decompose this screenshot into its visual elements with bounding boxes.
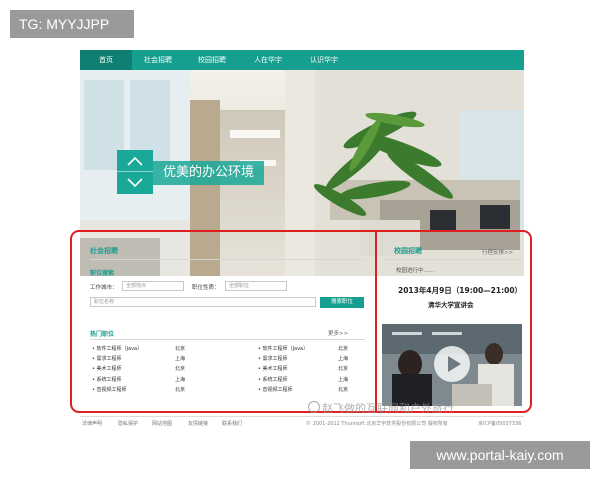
job-city: 北京 [175, 366, 186, 372]
highlight-divider [375, 230, 377, 413]
job-city: 上海 [338, 356, 349, 362]
bottom-watermark-tag: www.portal-kaiy.com [410, 441, 590, 469]
hot-jobs-title: 热门职位 [90, 331, 115, 338]
job-link[interactable]: • 美术工程师 [258, 365, 288, 372]
job-link[interactable]: • 音视频工程师 [258, 386, 293, 393]
footer-link-contact[interactable]: 联系我们 [222, 420, 242, 427]
chevron-up-icon [127, 156, 143, 166]
footer: 法律声明 隐私保护 网站地图 友情链接 联系我们 © 2001-2012 Thu… [80, 416, 524, 430]
hot-jobs-more-link[interactable]: 更多>> [328, 329, 348, 337]
job-city: 上海 [175, 377, 186, 383]
chevron-down-icon [127, 178, 143, 188]
job-name-input[interactable]: 职位名称 [90, 297, 316, 307]
screenshot-root: TG: MYYJJPP 首页 社会招聘 校园招聘 人在华宇 认识华宇 优美的办公… [0, 0, 600, 480]
job-link[interactable]: • 需求工程师 [92, 355, 122, 362]
job-link[interactable]: • 系统工程师 [258, 376, 288, 383]
hot-jobs-divider [90, 339, 365, 340]
footer-icp: 京ICP备05037336 [478, 421, 522, 427]
watermark-logo-icon [308, 401, 320, 413]
nav-about-huayu[interactable]: 认识华宇 [296, 50, 352, 70]
job-city: 北京 [338, 387, 349, 393]
job-city: 北京 [175, 387, 186, 393]
job-search-title: 职位搜索 [90, 270, 115, 277]
footer-copyright: © 2001-2012 Thunisoft 北京华宇软件股份有限公司 版权所有 [306, 421, 448, 427]
job-city: 北京 [338, 366, 349, 372]
city-select[interactable]: 全部地点 [122, 281, 184, 291]
slide-next-button[interactable] [117, 172, 153, 194]
job-link[interactable]: • 需求工程师 [258, 355, 288, 362]
job-city: 上海 [338, 377, 349, 383]
job-type-label: 职位性质： [192, 285, 220, 291]
slide-prev-button[interactable] [117, 150, 153, 172]
slide-arrows [117, 150, 153, 194]
recruitment-page: 首页 社会招聘 校园招聘 人在华宇 认识华宇 优美的办公环境 社会招聘 职位搜索… [70, 50, 532, 430]
campus-recruitment-title: 校园招聘 [394, 247, 422, 255]
campus-event-date: 2013年4月9日（19:00—21:00） [398, 286, 523, 295]
nav-campus-recruitment[interactable]: 校园招聘 [184, 50, 240, 70]
footer-link-privacy[interactable]: 隐私保护 [118, 420, 138, 427]
nav-home[interactable]: 首页 [80, 50, 132, 70]
social-title-divider [90, 259, 365, 260]
footer-link-friends[interactable]: 友情链接 [188, 420, 208, 427]
search-jobs-button[interactable]: 搜索职位 [320, 297, 364, 308]
job-city: 北京 [175, 346, 186, 352]
campus-title-divider [384, 259, 522, 260]
job-link[interactable]: • 音视频工程师 [92, 386, 127, 393]
schedule-link[interactable]: 行程安排>> [482, 248, 513, 256]
nav-life-at-huayu[interactable]: 人在华宇 [240, 50, 296, 70]
job-link[interactable]: • 美术工程师 [92, 365, 122, 372]
main-nav: 首页 社会招聘 校园招聘 人在华宇 认识华宇 [80, 50, 524, 70]
banner-caption: 优美的办公环境 [153, 161, 265, 185]
campus-status: 校园进行中...... [396, 268, 434, 274]
footer-link-sitemap[interactable]: 网站地图 [152, 420, 172, 427]
job-link[interactable]: • 系统工程师 [92, 376, 122, 383]
job-type-select[interactable]: 全部职位 [225, 281, 287, 291]
campus-video[interactable] [382, 324, 522, 406]
social-recruitment-title: 社会招聘 [90, 247, 118, 255]
city-label: 工作城市： [90, 285, 118, 291]
watermark-text: 赵飞做的互联网和户外旅行 [322, 402, 454, 415]
job-city: 上海 [175, 356, 186, 362]
nav-social-recruitment[interactable]: 社会招聘 [132, 50, 184, 70]
job-link[interactable]: • 软件工程师（Java） [92, 345, 142, 352]
footer-link-legal[interactable]: 法律声明 [82, 420, 102, 427]
campus-event-venue: 清华大学宣讲会 [428, 301, 474, 309]
top-watermark-tag: TG: MYYJJPP [10, 10, 134, 38]
play-button[interactable] [434, 346, 470, 382]
job-link[interactable]: • 软件工程师（Java） [258, 345, 308, 352]
job-city: 北京 [338, 346, 349, 352]
play-icon [448, 356, 461, 372]
